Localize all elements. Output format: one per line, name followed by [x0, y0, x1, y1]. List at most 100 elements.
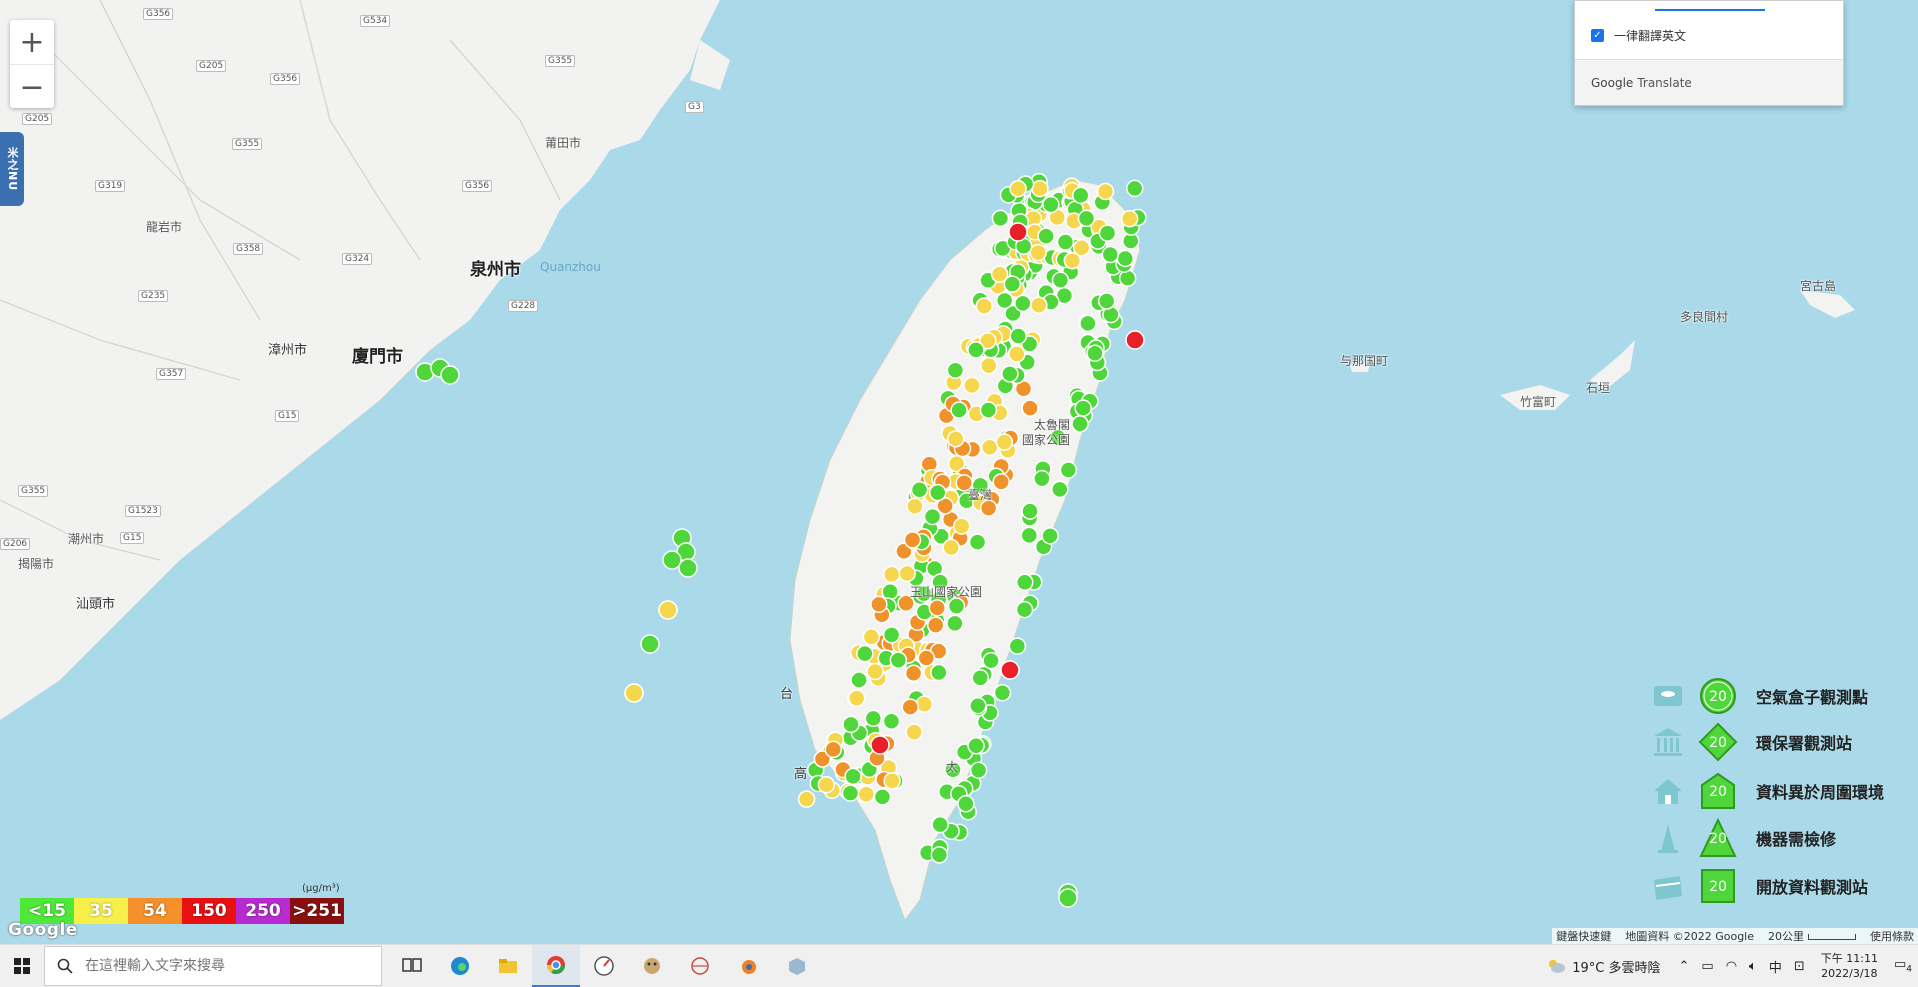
sensor-marker[interactable]: [1096, 182, 1115, 201]
ime-mode-icon[interactable]: ⊡: [1794, 959, 1805, 974]
notifications-icon[interactable]: ▭4: [1894, 957, 1912, 975]
sensor-marker[interactable]: [1077, 209, 1096, 228]
sensor-marker[interactable]: [967, 341, 985, 359]
sensor-marker[interactable]: [980, 438, 999, 457]
side-panel-tab[interactable]: 米之NU: [0, 132, 24, 206]
sensor-marker[interactable]: [797, 790, 816, 808]
sensor-marker[interactable]: [440, 365, 460, 385]
sensor-marker[interactable]: [1037, 227, 1055, 245]
sensor-marker[interactable]: [1101, 245, 1120, 264]
file-explorer-icon[interactable]: [484, 945, 532, 987]
sensor-marker[interactable]: [952, 517, 971, 535]
sensor-marker[interactable]: [930, 846, 949, 864]
blender-icon[interactable]: [724, 945, 772, 987]
sensor-marker[interactable]: [982, 651, 1000, 670]
sensor-marker[interactable]: [950, 401, 968, 419]
sensor-marker[interactable]: [1029, 243, 1047, 262]
sensor-marker[interactable]: [1079, 314, 1097, 333]
sensor-marker[interactable]: [1116, 249, 1135, 268]
wifi-icon[interactable]: ◠: [1726, 959, 1737, 974]
sensor-marker[interactable]: [1058, 888, 1078, 908]
sensor-marker[interactable]: [904, 664, 923, 682]
network-app-icon[interactable]: [676, 945, 724, 987]
zoom-in-button[interactable]: +: [10, 20, 54, 64]
sensor-marker[interactable]: [947, 430, 965, 448]
sensor-marker[interactable]: [866, 662, 884, 681]
sensor-marker[interactable]: [881, 582, 899, 601]
sensor-marker[interactable]: [1009, 327, 1028, 345]
sensor-marker[interactable]: [1074, 399, 1092, 417]
sensor-marker[interactable]: [1086, 344, 1104, 362]
sensor-marker[interactable]: [1031, 179, 1049, 198]
terms-link[interactable]: 使用條款: [1870, 928, 1914, 944]
sensor-marker[interactable]: [1125, 330, 1145, 350]
sensor-marker[interactable]: [1059, 461, 1078, 479]
sensor-marker[interactable]: [1021, 502, 1039, 520]
package-icon[interactable]: [772, 945, 820, 987]
sensor-marker[interactable]: [882, 626, 901, 644]
sensor-marker[interactable]: [906, 497, 924, 515]
sensor-marker[interactable]: [991, 209, 1010, 228]
sensor-marker[interactable]: [1098, 224, 1117, 242]
map-scale[interactable]: 20公里: [1768, 928, 1856, 944]
sensor-marker[interactable]: [947, 597, 966, 615]
sensor-marker[interactable]: [1000, 660, 1020, 680]
chrome-icon[interactable]: [532, 945, 580, 987]
sensor-marker[interactable]: [1051, 480, 1069, 499]
sensor-marker[interactable]: [969, 696, 987, 715]
sensor-marker[interactable]: [1016, 573, 1034, 592]
search-input[interactable]: [83, 957, 367, 975]
sensor-marker[interactable]: [928, 599, 947, 617]
edge-icon[interactable]: [436, 945, 484, 987]
sensor-marker[interactable]: [931, 815, 949, 834]
sensor-marker[interactable]: [640, 634, 660, 654]
sensor-marker[interactable]: [870, 595, 888, 614]
sensor-marker[interactable]: [883, 772, 901, 790]
sensor-marker[interactable]: [824, 740, 843, 759]
sensor-marker[interactable]: [1008, 345, 1026, 363]
sensor-marker[interactable]: [975, 297, 993, 315]
sensor-marker[interactable]: [910, 481, 929, 499]
sensor-marker[interactable]: [980, 356, 998, 375]
sensor-marker[interactable]: [930, 663, 948, 682]
sensor-marker[interactable]: [1033, 469, 1051, 488]
sensor-marker[interactable]: [844, 767, 862, 786]
translate-option-row[interactable]: ✓ 一律翻譯英文: [1575, 11, 1843, 45]
sensor-marker[interactable]: [969, 761, 988, 779]
sensor-marker[interactable]: [915, 695, 934, 713]
start-button[interactable]: [0, 945, 44, 987]
sensor-marker[interactable]: [1051, 271, 1070, 289]
sensor-marker[interactable]: [1056, 233, 1075, 251]
sensor-marker[interactable]: [1030, 296, 1048, 314]
sensor-marker[interactable]: [917, 649, 936, 667]
game-app-icon[interactable]: [628, 945, 676, 987]
sensor-marker[interactable]: [992, 473, 1010, 491]
sensor-marker[interactable]: [873, 788, 892, 806]
sensor-marker[interactable]: [1008, 637, 1027, 655]
sensor-marker[interactable]: [1003, 275, 1022, 293]
sensor-marker[interactable]: [1001, 365, 1019, 383]
sensor-marker[interactable]: [1021, 399, 1039, 417]
sensor-marker[interactable]: [967, 737, 985, 755]
sensor-marker[interactable]: [1120, 209, 1139, 228]
show-hidden-icons-chevron-icon[interactable]: ⌃: [1678, 959, 1689, 974]
sensor-marker[interactable]: [1125, 179, 1144, 198]
sensor-marker[interactable]: [864, 709, 883, 728]
zoom-out-button[interactable]: −: [10, 64, 54, 109]
volume-icon[interactable]: 🔈︎: [1749, 959, 1757, 974]
sensor-marker[interactable]: [946, 361, 965, 380]
sensor-marker[interactable]: [817, 776, 836, 794]
sensor-marker[interactable]: [850, 671, 868, 689]
sensor-marker[interactable]: [993, 684, 1012, 702]
sensor-marker[interactable]: [1009, 179, 1027, 198]
sensor-marker[interactable]: [963, 376, 981, 395]
sensor-marker[interactable]: [841, 784, 860, 802]
sensor-marker[interactable]: [1008, 222, 1028, 242]
sensor-marker[interactable]: [857, 785, 876, 804]
sensor-marker[interactable]: [889, 651, 908, 669]
task-view-icon[interactable]: [388, 945, 436, 987]
sensor-marker[interactable]: [1097, 292, 1116, 310]
map-canvas[interactable]: 莆田市 龍岩市 泉州市 Quanzhou 漳州市 廈門市 潮州市 揭陽市 汕頭市…: [0, 0, 1918, 944]
battery-icon[interactable]: ▭: [1701, 959, 1713, 974]
sensor-marker[interactable]: [1020, 526, 1039, 545]
